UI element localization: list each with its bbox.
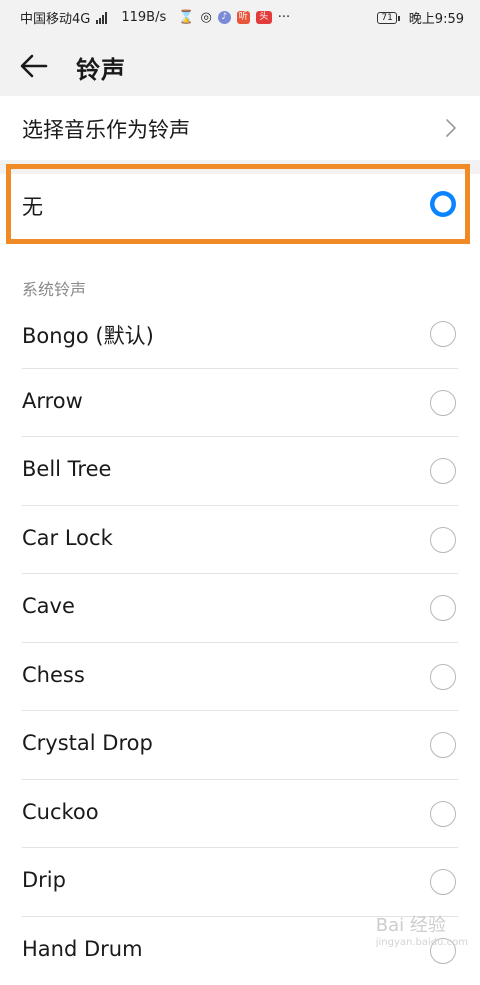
net-speed: 119B/s [121,10,166,25]
ringtone-row[interactable]: Bongo (默认) [0,300,480,369]
page-title: 铃声 [76,50,126,85]
ringtone-row[interactable]: Crystal Drop [0,711,480,780]
ringtone-none-label: 无 [22,191,43,221]
radio-icon[interactable] [430,869,456,895]
more-icon: ··· [278,10,290,25]
ringtone-label: Car Lock [22,526,113,550]
radio-icon[interactable] [430,801,456,827]
time-label: 晚上9:59 [409,8,464,27]
battery-icon: 71 [377,12,396,24]
ringtone-none-row[interactable]: 无 [0,174,480,236]
radio-icon[interactable] [430,527,456,553]
radio-selected-icon[interactable] [430,191,456,217]
radio-icon[interactable] [430,595,456,621]
arrow-left-icon[interactable] [18,50,50,82]
radio-icon[interactable] [430,390,456,416]
radio-icon[interactable] [430,664,456,690]
watermark-sub: jingyan.baidu.com [376,937,468,948]
status-right: 71 晚上9:59 [377,8,464,27]
wifi-icon: ◎ [200,10,211,25]
toutiao-icon: 头 [256,11,272,24]
app-bar: 铃声 [0,34,480,96]
ringtone-row[interactable]: Chess [0,643,480,712]
choose-music-label: 选择音乐作为铃声 [22,114,190,144]
music-icon: ♪ [218,11,231,24]
ringtone-label: Crystal Drop [22,731,153,755]
ringtone-label: Bell Tree [22,457,111,481]
watermark-text: Bai 经验 [376,915,446,936]
ringtone-row[interactable]: Arrow [0,369,480,438]
ringtone-label: Bongo (默认) [22,320,154,350]
signal-icon [96,12,107,24]
radio-icon[interactable] [430,458,456,484]
ting-icon: 听 [237,11,250,24]
section-gap [0,160,480,174]
ringtone-label: Cave [22,594,75,618]
status-bar: 中国移动4G 119B/s ⌛ ◎ ♪ 听 头 ··· 71 晚上9:59 [0,0,480,34]
ringtone-list: Bongo (默认) Arrow Bell Tree Car Lock Cave… [0,300,480,985]
ringtone-row[interactable]: Drip [0,848,480,917]
ringtone-label: Cuckoo [22,800,99,824]
ringtone-label: Drip [22,868,66,892]
radio-icon[interactable] [430,321,456,347]
ringtone-row[interactable]: Bell Tree [0,437,480,506]
section-header: 系统铃声 [22,276,86,300]
chevron-right-icon [444,116,458,140]
carrier-label: 中国移动4G [20,8,90,27]
ringtone-label: Hand Drum [22,937,143,961]
choose-music-row[interactable]: 选择音乐作为铃声 [0,96,480,161]
status-left: 中国移动4G 119B/s ⌛ ◎ ♪ 听 头 ··· [20,8,290,27]
baidu-watermark: Bai 经验 jingyan.baidu.com [376,911,468,948]
radio-icon[interactable] [430,732,456,758]
ringtone-label: Chess [22,663,85,687]
hourglass-icon: ⌛ [178,10,194,25]
ringtone-label: Arrow [22,389,83,413]
ringtone-row[interactable]: Car Lock [0,506,480,575]
ringtone-row[interactable]: Cuckoo [0,780,480,849]
ringtone-row[interactable]: Cave [0,574,480,643]
